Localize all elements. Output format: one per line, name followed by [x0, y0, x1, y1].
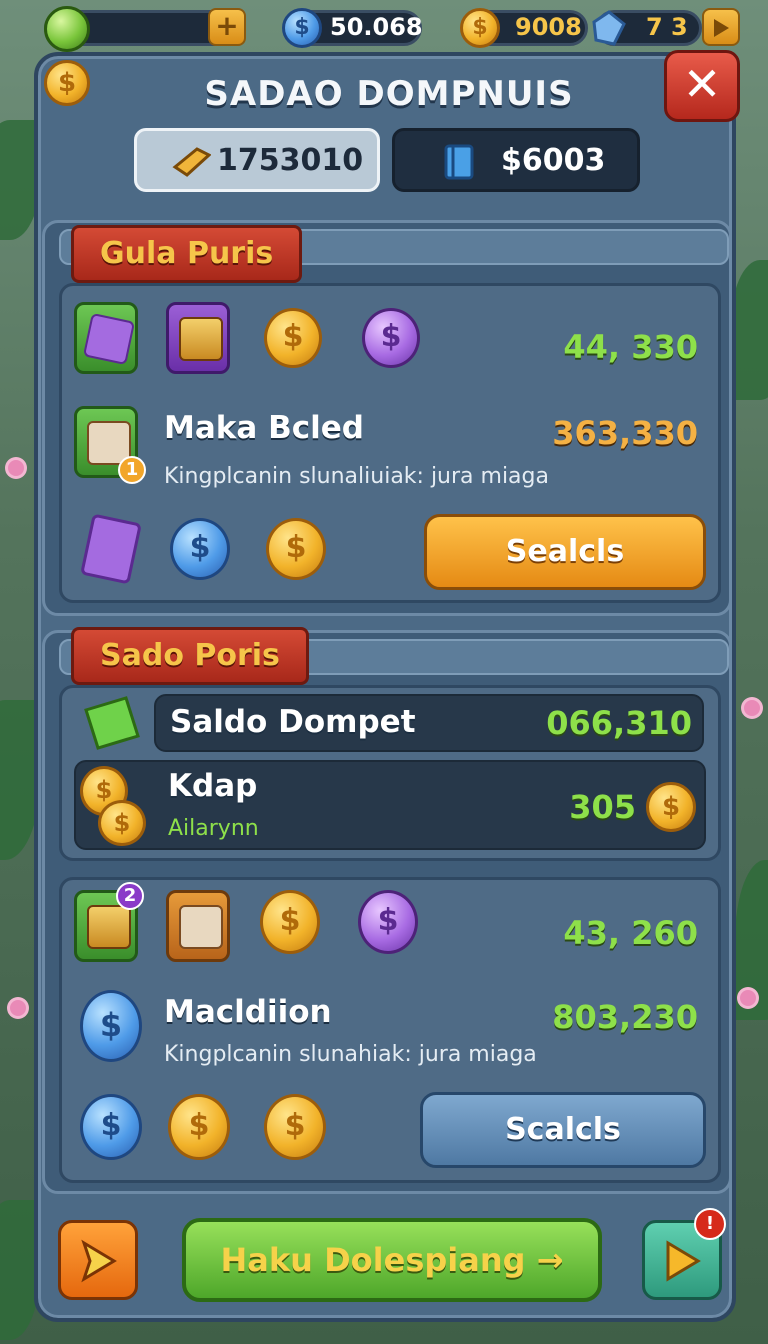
item-slot-card[interactable] [74, 302, 138, 374]
row-description: Kingplcanin slunaliuiak: jura miaga [164, 464, 549, 489]
row-description: Kingplcanin slunahiak: jura miaga [164, 1042, 537, 1067]
gold-coin-icon: $ [264, 308, 322, 368]
section-gula-puris: Gula Puris $ $ 44, 330 1 Maka Bcled 363,… [42, 220, 732, 616]
map-bundle-icon [179, 905, 223, 949]
panel-title: SADAO DOMPNUIS [204, 74, 574, 114]
purple-card-icon [80, 513, 142, 585]
hud-arrow-button[interactable] [702, 8, 740, 46]
blue-coin-icon: $ [170, 518, 230, 580]
sealcls-button[interactable]: Sealcls [424, 514, 706, 590]
top-hud: + $ 50.068 $ 9008 7 3 [0, 4, 768, 52]
plus-icon: + [215, 9, 239, 42]
gold-coin-icon: $ [264, 1094, 326, 1160]
arrow-right-icon: → [536, 1241, 564, 1279]
blue-gem-icon [592, 10, 626, 46]
section-tag: Gula Puris [71, 225, 303, 283]
reward-card: 2 $ $ 43, 260 $ Macldiion 803,230 Kingpl… [59, 877, 721, 1183]
gold-coin-icon: $ [646, 782, 696, 832]
item-slot-chest[interactable] [166, 302, 230, 374]
gem-currency-value: 7 3 [646, 13, 688, 41]
reward-value: 43, 260 [563, 914, 698, 952]
cash-note-icon [84, 696, 140, 750]
haku-dolespiang-label: Haku Dolespiang [220, 1241, 526, 1279]
scalcls-button[interactable]: Scalcls [420, 1092, 706, 1168]
blue-coin-icon: $ [80, 1094, 142, 1160]
gold-coin-icon: $ [460, 8, 500, 48]
item-slot-map[interactable] [166, 890, 230, 962]
balance-card: Saldo Dompet 066,310 $ $ Kdap Ailarynn 3… [59, 685, 721, 861]
notification-badge: ! [694, 1208, 726, 1240]
leaf-gem-icon [44, 6, 90, 52]
kdap-row: $ $ Kdap Ailarynn 305 $ [74, 760, 706, 850]
blue-coin-icon: $ [282, 8, 322, 48]
play-arrow-icon [666, 1240, 701, 1282]
kdap-title: Kdap [168, 768, 258, 804]
section-sado-poris: Sado Poris Saldo Dompet 066,310 $ $ Kdap… [42, 627, 732, 1194]
treasure-chest-icon [179, 317, 223, 361]
gold-coin-icon: $ [168, 1094, 230, 1160]
purple-card-icon [82, 312, 136, 366]
close-button[interactable]: ✕ [664, 50, 740, 122]
gold-coin-icon: $ [260, 890, 320, 954]
add-currency-button[interactable]: + [208, 8, 246, 46]
gold-currency-value: 9008 [515, 13, 582, 41]
stat-tickets-value: 1753010 [217, 143, 364, 178]
ticket-icon [172, 147, 211, 177]
wallet-panel: $ SADAO DOMPNUIS ✕ 1753010 $6003 Gula Pu… [34, 50, 740, 1322]
kdap-value: 305 [569, 788, 636, 826]
stat-cash-value: $6003 [501, 143, 606, 178]
purple-coin-icon: $ [358, 890, 418, 954]
saldo-dompet-value: 066,310 [546, 704, 692, 742]
reward-value: 44, 330 [563, 328, 698, 366]
row-title: Macldiion [164, 994, 332, 1030]
ledger-icon [444, 144, 474, 180]
reward-card: $ $ 44, 330 1 Maka Bcled 363,330 Kingplc… [59, 283, 721, 603]
gold-coin-icon: $ [98, 800, 146, 846]
saldo-dompet-row: Saldo Dompet 066,310 [154, 694, 704, 752]
stat-box-cash: $6003 [392, 128, 640, 192]
row-title: Maka Bcled [164, 410, 364, 446]
close-icon: ✕ [682, 57, 722, 111]
blue-coin-icon: $ [80, 990, 142, 1062]
section-tag: Sado Poris [71, 627, 309, 685]
back-button[interactable] [58, 1220, 138, 1300]
treasure-chest-icon [87, 905, 131, 949]
saldo-dompet-label: Saldo Dompet [170, 704, 416, 740]
play-arrow-icon [714, 19, 729, 37]
blue-currency-value: 50.068 [330, 13, 423, 41]
count-badge: 2 [116, 882, 144, 910]
gold-coin-icon: $ [266, 518, 326, 580]
row-value: 363,330 [552, 414, 698, 452]
row-value: 803,230 [552, 998, 698, 1036]
count-badge: 1 [118, 456, 146, 484]
kdap-subtitle: Ailarynn [168, 816, 259, 841]
purple-coin-icon: $ [362, 308, 420, 368]
arrow-cursor-icon [81, 1239, 117, 1283]
stat-box-tickets: 1753010 [134, 128, 380, 192]
haku-dolespiang-button[interactable]: Haku Dolespiang → [182, 1218, 602, 1302]
